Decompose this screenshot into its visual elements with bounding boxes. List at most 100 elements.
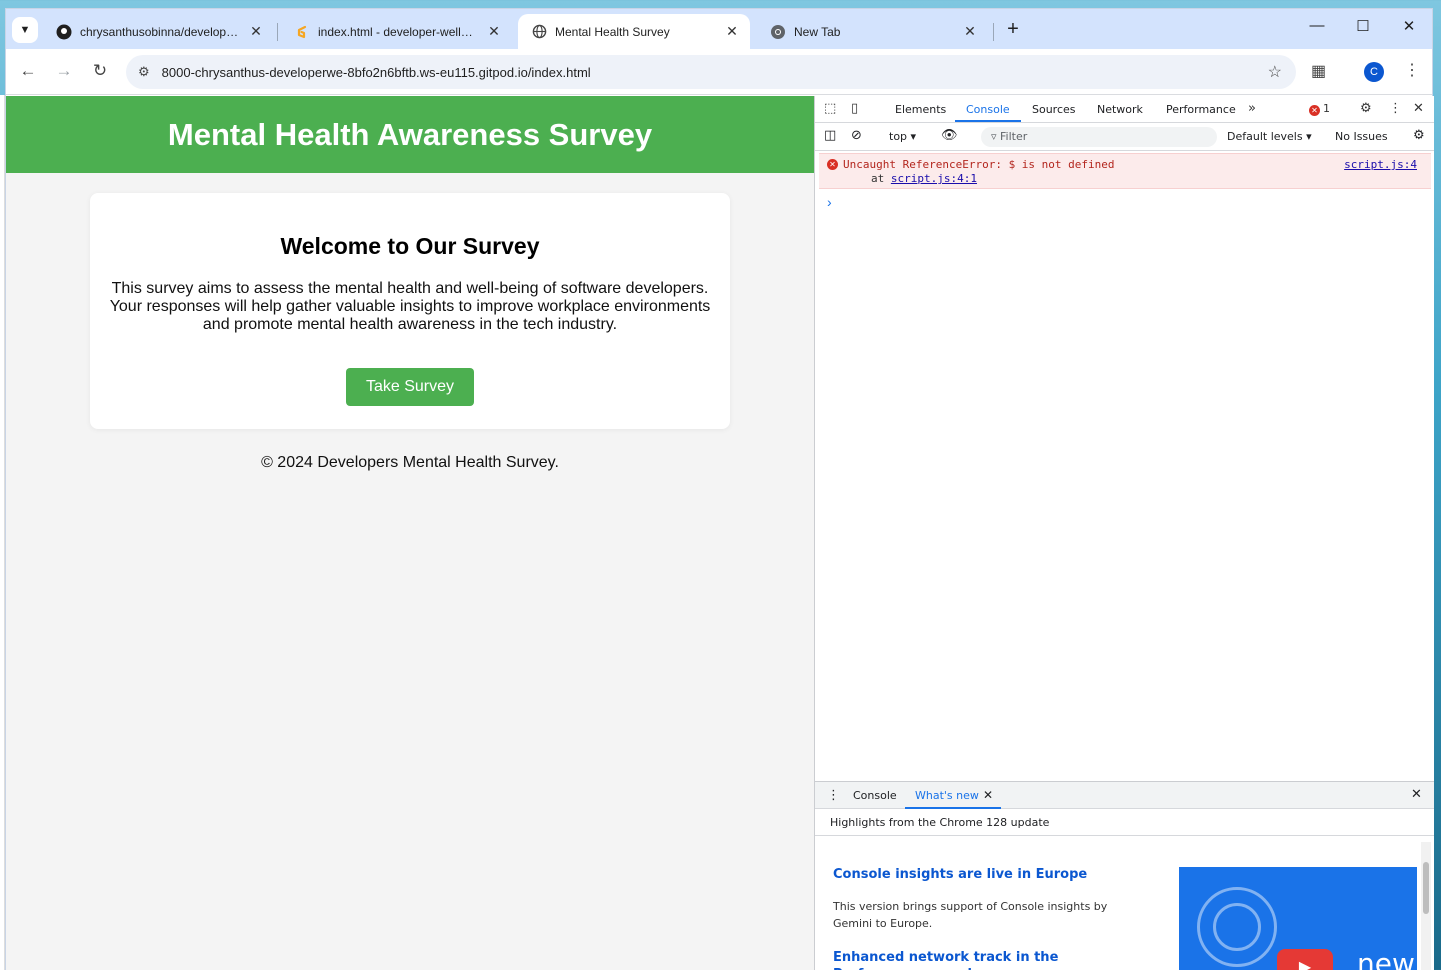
site-info-icon[interactable]: ⚙ <box>138 64 150 80</box>
filter-placeholder: Filter <box>1000 130 1028 143</box>
error-stack-line: at script.js:4:1 <box>871 172 977 185</box>
close-window-icon[interactable]: ✕ <box>1386 17 1432 41</box>
close-tab-icon[interactable]: ✕ <box>962 23 978 40</box>
context-value: top <box>889 130 908 143</box>
console-prompt-chevron-icon[interactable]: › <box>827 194 832 210</box>
url-text: 8000-chrysanthus-developerwe-8bfo2n6bftb… <box>161 64 591 80</box>
extensions-puzzle-icon[interactable]: ▦ <box>1311 61 1326 81</box>
whats-new-video-thumbnail[interactable]: ▶ new <box>1179 867 1417 970</box>
minimize-icon[interactable]: — <box>1294 17 1340 41</box>
active-tab-indicator <box>955 120 1021 122</box>
inspect-element-icon[interactable]: ⬚ <box>824 101 836 116</box>
whats-new-item-heading[interactable]: Enhanced network track in the Performanc… <box>833 949 1133 970</box>
device-toolbar-icon[interactable]: ▯ <box>851 101 858 116</box>
drawer-active-indicator <box>905 807 1001 809</box>
globe-icon <box>532 24 547 39</box>
drawer-tab-console[interactable]: Console <box>853 789 897 802</box>
drawer-scrollbar[interactable] <box>1421 842 1431 970</box>
reload-icon[interactable]: ↻ <box>88 61 112 81</box>
chrome-icon <box>771 24 785 39</box>
page-footer: © 2024 Developers Mental Health Survey. <box>261 454 559 471</box>
whats-new-subtitle: Highlights from the Chrome 128 update <box>815 810 1434 836</box>
browser-window: ▼ chrysanthusobinna/developer-w ✕ index.… <box>5 8 1434 970</box>
welcome-card: Welcome to Our Survey This survey aims t… <box>90 193 730 429</box>
issues-counter[interactable]: No Issues <box>1335 130 1388 143</box>
scrollbar-thumb[interactable] <box>1423 862 1429 914</box>
address-bar[interactable]: ⚙ 8000-chrysanthus-developerwe-8bfo2n6bf… <box>126 55 1296 89</box>
take-survey-button[interactable]: Take Survey <box>345 368 475 406</box>
back-arrow-icon[interactable]: ← <box>16 61 40 81</box>
drawer-menu-icon[interactable]: ⋮ <box>827 788 840 803</box>
tab-search-button[interactable]: ▼ <box>12 17 38 43</box>
console-error-message: ✕ Uncaught ReferenceError: $ is not defi… <box>819 153 1431 189</box>
close-tab-icon[interactable]: ✕ <box>724 23 740 40</box>
card-description: This survey aims to assess the mental he… <box>109 280 711 333</box>
console-settings-gear-icon[interactable]: ⚙ <box>1413 128 1425 143</box>
devtools-tab-elements[interactable]: Elements <box>895 103 946 116</box>
live-expression-eye-icon[interactable]: 👁 <box>941 128 958 143</box>
devtools-tab-console[interactable]: Console <box>966 103 1010 116</box>
browser-toolbar: ← → ↻ ⚙ 8000-chrysanthus-developerwe-8bf… <box>6 49 1432 95</box>
gitpod-icon <box>297 25 307 38</box>
tab-mental-health-survey[interactable]: Mental Health Survey ✕ <box>518 14 750 49</box>
chevron-down-icon: ▼ <box>19 24 31 36</box>
devtools-menu-icon[interactable]: ⋮ <box>1389 101 1402 116</box>
new-tab-plus-icon[interactable]: + <box>1002 18 1024 41</box>
sidebar-toggle-icon[interactable]: ◫ <box>824 128 836 143</box>
log-levels-value: Default levels <box>1227 130 1303 143</box>
console-filter-bar: ◫ ⊘ top ▾ 👁 ▿ Filter Default levels ▾ No… <box>815 123 1434 151</box>
maximize-icon[interactable]: ☐ <box>1340 17 1386 41</box>
devtools-tab-network[interactable]: Network <box>1097 103 1143 116</box>
tab-title: chrysanthusobinna/developer-w <box>80 24 240 39</box>
tab-separator <box>993 23 994 41</box>
devtools-drawer: ⋮ Console What's new ✕ ✕ Highlights from… <box>815 781 1434 970</box>
close-tab-icon[interactable]: ✕ <box>486 23 502 40</box>
close-drawer-tab-icon[interactable]: ✕ <box>983 788 993 802</box>
context-selector[interactable]: top ▾ <box>889 130 916 143</box>
error-stack-link[interactable]: script.js:4:1 <box>891 172 977 185</box>
error-text: Uncaught ReferenceError: $ is not define… <box>843 158 1115 171</box>
decorative-ring <box>1213 903 1261 951</box>
tab-title: index.html - developer-wellness <box>318 24 478 39</box>
bookmark-star-icon[interactable]: ☆ <box>1268 62 1282 82</box>
log-levels-dropdown[interactable]: Default levels ▾ <box>1227 130 1312 143</box>
github-icon <box>56 24 72 39</box>
console-filter-input[interactable]: ▿ Filter <box>981 127 1217 147</box>
tab-separator <box>277 23 278 41</box>
forward-arrow-icon[interactable]: → <box>52 61 76 81</box>
more-tabs-chevron-icon[interactable]: » <box>1248 101 1256 116</box>
browser-menu-icon[interactable]: ⋮ <box>1404 60 1420 80</box>
error-count-badge[interactable]: ✕ 1 <box>1309 102 1330 116</box>
error-at-prefix: at <box>871 172 885 185</box>
settings-gear-icon[interactable]: ⚙ <box>1360 101 1372 116</box>
devtools-panel: ⬚ ▯ Elements Console Sources Network Per… <box>814 96 1434 970</box>
close-devtools-icon[interactable]: ✕ <box>1413 101 1424 116</box>
web-page: Mental Health Awareness Survey Welcome t… <box>6 96 814 970</box>
error-icon: ✕ <box>1309 105 1320 116</box>
error-count: 1 <box>1323 102 1330 115</box>
profile-avatar[interactable]: C <box>1364 62 1384 82</box>
youtube-play-icon[interactable]: ▶ <box>1277 949 1333 970</box>
tab-new-tab[interactable]: New Tab ✕ <box>756 14 988 49</box>
tab-title: New Tab <box>794 24 841 39</box>
whats-new-item-heading[interactable]: Console insights are live in Europe <box>833 867 1087 882</box>
devtools-tab-bar: ⬚ ▯ Elements Console Sources Network Per… <box>815 96 1434 123</box>
filter-funnel-icon: ▿ <box>991 130 997 143</box>
tab-gitpod[interactable]: index.html - developer-wellness ✕ <box>280 14 512 49</box>
error-source-link[interactable]: script.js:4 <box>1344 158 1417 171</box>
tab-title: Mental Health Survey <box>555 24 670 39</box>
page-title: Mental Health Awareness Survey <box>167 116 653 152</box>
drawer-tab-whats-new[interactable]: What's new <box>915 789 979 802</box>
close-drawer-icon[interactable]: ✕ <box>1411 787 1422 802</box>
close-tab-icon[interactable]: ✕ <box>248 23 264 40</box>
page-header: Mental Health Awareness Survey <box>6 96 814 173</box>
clear-console-icon[interactable]: ⊘ <box>851 128 862 143</box>
drawer-tab-bar: ⋮ Console What's new ✕ ✕ <box>815 782 1434 809</box>
devtools-tab-performance[interactable]: Performance <box>1166 103 1236 116</box>
card-heading: Welcome to Our Survey <box>280 233 540 259</box>
devtools-tab-sources[interactable]: Sources <box>1032 103 1076 116</box>
thumbnail-text: new <box>1357 947 1415 970</box>
error-icon: ✕ <box>827 159 838 170</box>
tab-strip: ▼ chrysanthusobinna/developer-w ✕ index.… <box>6 9 1432 49</box>
tab-github[interactable]: chrysanthusobinna/developer-w ✕ <box>42 14 274 49</box>
